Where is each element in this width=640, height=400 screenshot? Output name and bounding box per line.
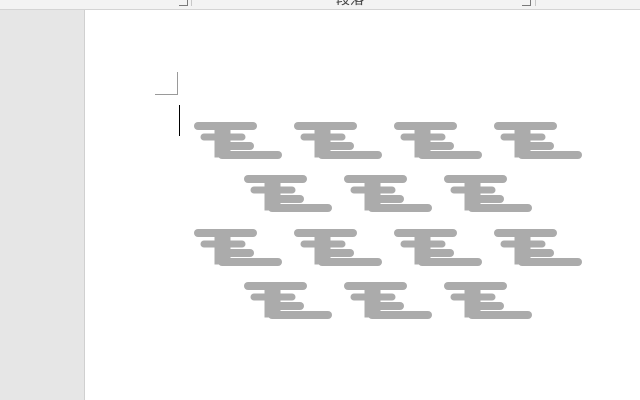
cloud-pattern-drawing[interactable]: [0, 0, 640, 400]
cloud-stripe-shape[interactable]: [198, 232, 278, 264]
cloud-stripe-shape[interactable]: [348, 178, 428, 210]
cloud-stripe-shape[interactable]: [248, 285, 328, 317]
cloud-stripe-shape[interactable]: [198, 125, 278, 157]
cloud-stripe-shape[interactable]: [298, 232, 378, 264]
cloud-stripe-shape[interactable]: [448, 178, 528, 210]
cloud-stripe-shape[interactable]: [298, 125, 378, 157]
cloud-stripe-shape[interactable]: [398, 125, 478, 157]
cloud-stripe-shape[interactable]: [448, 285, 528, 317]
cloud-stripe-shape[interactable]: [498, 125, 578, 157]
cloud-stripe-shape[interactable]: [248, 178, 328, 210]
cloud-stripe-shape[interactable]: [498, 232, 578, 264]
cloud-stripe-shape[interactable]: [398, 232, 478, 264]
word-window: 段落: [0, 0, 640, 400]
cloud-stripe-shape[interactable]: [348, 285, 428, 317]
